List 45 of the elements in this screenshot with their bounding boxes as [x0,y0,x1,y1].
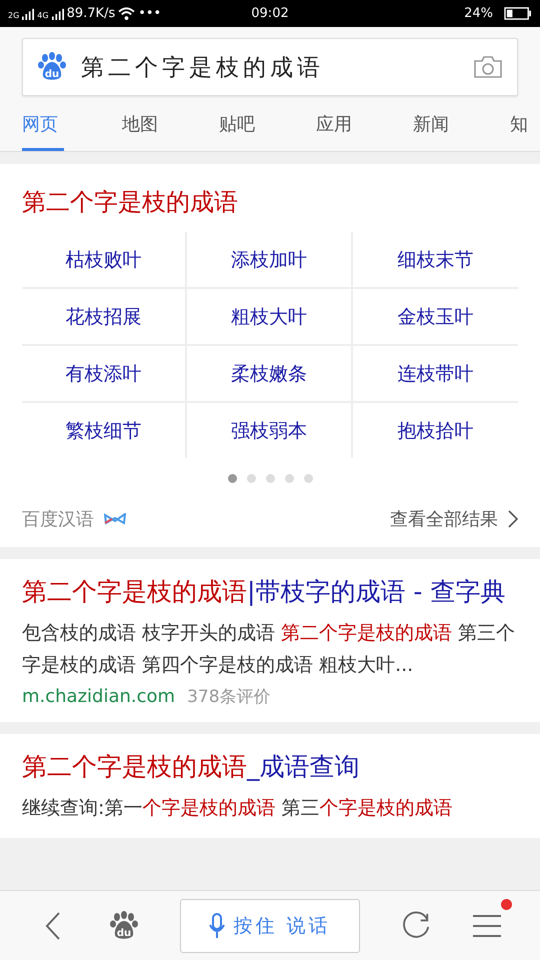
review-count: 378条评价 [187,686,271,708]
result-snippet: 继续查询:第一个字是枝的成语 第三个字是枝的成语 [22,796,454,821]
tab[interactable]: 地图 [122,96,219,151]
search-query: 第二个字是枝的成语 [81,54,325,82]
camera-icon[interactable] [473,55,503,79]
search-field[interactable]: du 第二个字是枝的成语 [22,38,518,96]
view-all-link[interactable]: 查看全部结果 [390,507,498,531]
network-speed: 89.7K/s [66,6,116,21]
wifi-icon [118,7,136,20]
idiom-link[interactable]: 粗枝大叶 [187,289,353,346]
battery-icon [504,7,532,20]
battery-percent: 24% [464,6,493,21]
refresh-icon[interactable] [401,910,431,940]
tab[interactable]: 知 [510,96,540,151]
idiom-link[interactable]: 柔枝嫩条 [187,346,353,403]
result-title-link[interactable]: 第二个字是枝的成语|带枝字的成语 - 查字典 [22,573,518,611]
idiom-link[interactable]: 抱枝拾叶 [352,403,518,458]
signal-label: 2G [8,11,20,20]
clock: 09:02 [251,6,289,21]
idiom-link[interactable]: 连枝带叶 [352,346,518,403]
idiom-link[interactable]: 强枝弱本 [187,403,353,458]
result-title-link[interactable]: 第二个字是枝的成语_成语查询 [22,748,518,786]
result-snippet: 包含枝的成语 枝字开头的成语 第二个字是枝的成语 第三个字是枝的成语 第四个字是枝的成语 粗枝大叶... [22,621,516,678]
tab[interactable]: 贴吧 [219,96,316,151]
idiom-link[interactable]: 有枝添叶 [22,346,188,403]
microphone-icon [209,912,226,938]
chevron-right-icon[interactable] [508,510,518,528]
idiom-card-title[interactable]: 第二个字是枝的成语 [22,164,518,232]
idiom-link[interactable]: 花枝招展 [22,289,188,346]
idiom-link[interactable]: 繁枝细节 [22,403,188,458]
tab[interactable]: 应用 [316,96,413,151]
signal-icon [52,8,64,20]
idiom-link[interactable]: 金枝玉叶 [352,289,518,346]
tab[interactable]: 网页 [22,96,122,151]
idiom-link[interactable]: 枯枝败叶 [22,232,188,289]
tab[interactable]: 新闻 [413,96,510,151]
ribbon-logo-icon [104,513,126,525]
idiom-link[interactable]: 细枝末节 [352,232,518,289]
signal-icon [22,8,34,20]
source-label: 百度汉语 [22,508,94,531]
idiom-link[interactable]: 添枝加叶 [187,232,353,289]
result-url[interactable]: m.chazidian.com [22,686,176,707]
signal-label: 4G [37,11,49,20]
more-indicator: ••• [138,6,162,21]
voice-button[interactable]: 按住 说话 [180,898,360,952]
